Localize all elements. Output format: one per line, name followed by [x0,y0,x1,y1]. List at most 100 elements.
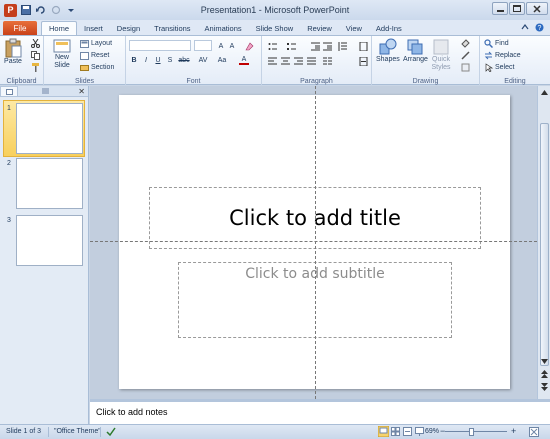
tab-transitions[interactable]: Transitions [147,21,197,35]
scroll-down-icon[interactable] [539,356,550,366]
tab-design[interactable]: Design [110,21,147,35]
next-slide-icon[interactable] [539,382,550,392]
shape-outline-icon[interactable] [460,50,470,60]
shapes-button[interactable]: Shapes [376,38,400,63]
text-direction-icon[interactable] [358,41,368,51]
slides-tab-icon[interactable] [0,86,18,96]
slide-sorter-icon[interactable] [391,427,400,438]
zoom-in-icon[interactable]: + [511,426,516,436]
previous-slide-icon[interactable] [539,369,550,379]
zoom-level[interactable]: 69% [425,428,439,435]
change-case-button[interactable]: Aa [216,55,228,65]
strikethrough-button[interactable]: abc [177,55,191,65]
notes-placeholder[interactable]: Click to add notes [96,407,168,417]
shape-fill-icon[interactable] [460,38,470,48]
slides-panel: ✕ 1 2 3 [0,86,89,424]
slides-group: New Slide Layout Reset Section Slides [44,36,126,86]
slide-show-icon[interactable] [415,427,424,438]
decrease-indent-icon[interactable] [310,41,320,51]
format-painter-icon[interactable] [30,62,40,72]
cut-icon[interactable] [30,38,40,48]
close-button[interactable] [526,2,548,15]
section-button[interactable]: Section [80,62,114,73]
outline-tab-icon[interactable] [36,86,54,96]
undo-icon[interactable] [35,4,47,16]
close-panel-icon[interactable]: ✕ [78,87,85,96]
help-icon[interactable]: ? [535,23,544,34]
font-color-button[interactable]: A [239,55,249,65]
italic-button[interactable]: I [141,55,151,65]
theme-name[interactable]: "Office Theme" [54,428,101,435]
paragraph-group: Paragraph [262,36,372,86]
bold-button[interactable]: B [129,55,139,65]
shape-effects-icon[interactable] [460,62,470,72]
tab-review[interactable]: Review [300,21,339,35]
select-button[interactable]: Select [484,62,514,73]
slide-thumbnail-2[interactable]: 2 [0,158,89,212]
slide-thumbnail-3[interactable]: 3 [0,215,89,269]
tab-animations[interactable]: Animations [198,21,249,35]
tab-view[interactable]: View [339,21,369,35]
bullets-icon[interactable] [267,41,277,51]
tab-insert[interactable]: Insert [77,21,110,35]
save-icon[interactable] [20,4,32,16]
layout-button[interactable]: Layout [80,38,112,49]
fit-to-window-icon[interactable] [529,427,539,439]
clear-formatting-icon[interactable] [244,41,254,51]
new-slide-button[interactable]: New Slide [50,38,74,70]
align-left-icon[interactable] [267,56,277,66]
vertical-guide[interactable] [315,86,316,399]
paste-button[interactable]: Paste [4,38,22,65]
numbering-icon[interactable] [286,41,296,51]
slide-number: 1 [7,105,11,112]
copy-icon[interactable] [30,50,40,60]
status-separator [48,427,49,437]
align-right-icon[interactable] [293,56,303,66]
align-center-icon[interactable] [280,56,290,66]
grow-font-icon[interactable]: A [216,41,226,51]
underline-button[interactable]: U [153,55,163,65]
tab-add-ins[interactable]: Add-Ins [369,21,409,35]
minimize-ribbon-icon[interactable] [521,23,529,34]
quick-styles-button[interactable]: Quick Styles [430,38,452,72]
tab-slide-show[interactable]: Slide Show [249,21,301,35]
slide-preview [16,215,83,266]
justify-icon[interactable] [306,56,316,66]
scroll-up-icon[interactable] [539,87,550,97]
zoom-slider-knob[interactable] [469,428,474,436]
ribbon-tabs: File Home Insert Design Transitions Anim… [0,20,550,35]
replace-button[interactable]: Replace [484,50,521,61]
arrange-button[interactable]: Arrange [403,38,428,63]
scroll-thumb[interactable] [540,123,549,366]
shrink-font-icon[interactable]: A [227,41,237,51]
font-name-combo[interactable] [129,40,191,51]
increase-indent-icon[interactable] [322,41,332,51]
redo-icon[interactable] [50,4,62,16]
tab-home[interactable]: Home [41,21,78,35]
character-spacing-button[interactable]: AV [197,55,209,65]
customize-qat-icon[interactable] [65,4,77,16]
align-text-icon[interactable] [358,56,368,66]
minimize-button[interactable] [492,2,508,15]
line-spacing-icon[interactable] [337,41,347,51]
find-button[interactable]: Find [484,38,509,49]
shadow-button[interactable]: S [165,55,175,65]
spell-check-icon[interactable] [106,427,116,439]
slide-editor: Click to add title Click to add subtitle [90,86,537,399]
clipboard-group: Paste Clipboard [0,36,44,86]
font-size-combo[interactable] [194,40,212,51]
reset-button[interactable]: Reset [80,50,109,61]
slide-thumbnail-1[interactable]: 1 [0,100,89,157]
normal-view-icon[interactable] [377,425,390,439]
powerpoint-app-icon[interactable]: P [4,3,17,17]
columns-icon[interactable] [322,56,332,66]
tab-file[interactable]: File [3,21,37,35]
slide-preview [16,158,83,209]
zoom-slider[interactable] [445,431,507,432]
status-bar: Slide 1 of 3 "Office Theme" 69% − + [0,424,550,439]
maximize-button[interactable] [509,2,525,15]
horizontal-guide[interactable] [90,241,537,242]
vertical-scrollbar[interactable] [537,86,550,399]
notes-pane[interactable]: Click to add notes [90,399,550,424]
reading-view-icon[interactable] [403,427,412,438]
